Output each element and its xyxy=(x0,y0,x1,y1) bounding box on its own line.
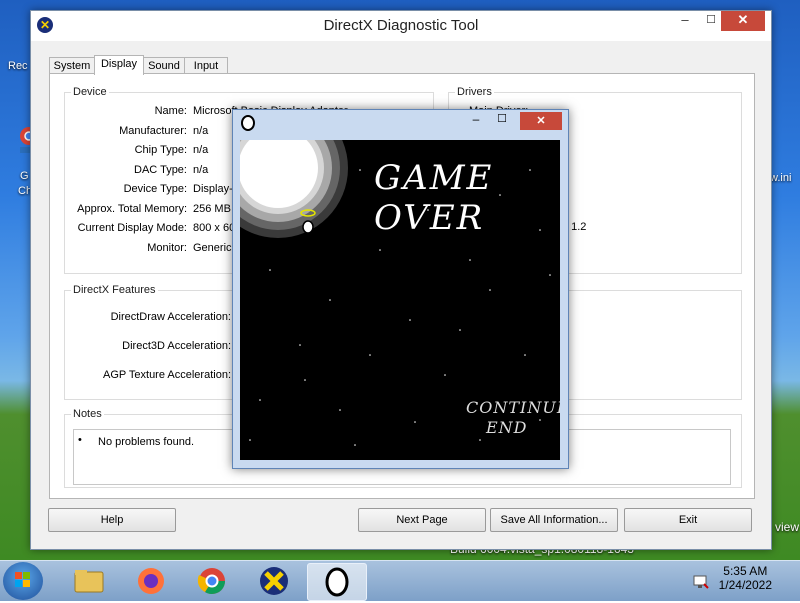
device-row: Approx. Total Memory: 256 MB xyxy=(65,202,231,219)
directdraw-label: DirectDraw Acceleration: xyxy=(110,311,231,323)
device-row-label: Device Type: xyxy=(123,183,187,195)
directdraw-row: DirectDraw Acceleration: xyxy=(65,311,231,327)
clock-time: 5:35 AM xyxy=(723,564,768,578)
game-close-button[interactable]: ✕ xyxy=(520,112,562,130)
device-row-label: Approx. Total Memory: xyxy=(77,202,187,215)
next-page-button[interactable]: Next Page xyxy=(358,508,486,532)
firefox-icon xyxy=(138,568,164,594)
desktop-label-recycle: Rec xyxy=(8,60,28,72)
taskbar-explorer[interactable] xyxy=(60,563,118,599)
exit-button[interactable]: Exit xyxy=(624,508,752,532)
agp-label: AGP Texture Acceleration: xyxy=(103,369,231,381)
folder-icon xyxy=(74,570,104,593)
device-row-value: n/a xyxy=(193,124,209,137)
game-titlebar[interactable]: – ☐ ✕ xyxy=(233,110,568,136)
chrome-icon xyxy=(197,568,226,595)
taskbar-dxdiag[interactable] xyxy=(245,563,303,599)
device-row: Chip Type: n/a xyxy=(65,144,209,160)
game-over-text: GAME OVER xyxy=(374,158,494,238)
ghost-app-icon xyxy=(241,115,255,131)
device-row: Current Display Mode: 800 x 60 xyxy=(65,222,236,238)
minimize-button[interactable]: – xyxy=(671,11,699,31)
tray-clock[interactable]: 5:35 AM 1/24/2022 xyxy=(719,564,772,592)
device-row-label: Chip Type: xyxy=(134,144,187,156)
close-button[interactable]: ✕ xyxy=(721,11,765,31)
device-row-value: 256 MB xyxy=(193,202,231,215)
bullet-icon: • xyxy=(78,434,82,446)
drivers-group-title: Drivers xyxy=(455,86,494,98)
network-icon[interactable] xyxy=(692,572,710,590)
device-row-value: Generic xyxy=(193,241,232,254)
game-maximize-button[interactable]: ☐ xyxy=(492,112,512,125)
clock-date: 1/24/2022 xyxy=(718,578,772,592)
dxdiag-titlebar[interactable]: ✕ DirectX Diagnostic Tool – ☐ ✕ xyxy=(31,11,771,41)
device-row-label: Monitor: xyxy=(147,241,187,254)
tab-system[interactable]: System xyxy=(49,57,95,74)
direct3d-label: Direct3D Acceleration: xyxy=(122,340,231,352)
device-row: Name:Microsoft Basic Display Adapter xyxy=(65,105,348,121)
device-row-value: 800 x 60 xyxy=(193,222,236,234)
taskbar-firefox[interactable] xyxy=(122,563,180,599)
help-button[interactable]: Help xyxy=(48,508,176,532)
taskbar-game[interactable] xyxy=(307,563,367,601)
device-group-title: Device xyxy=(71,86,109,98)
game-canvas[interactable]: GAME OVER CONTINUE END xyxy=(240,140,560,460)
notes-item: No problems found. xyxy=(98,436,194,448)
desktop-label-g: G xyxy=(20,170,29,182)
desktop-label-ini: w.ini xyxy=(770,172,792,184)
directx-features-title: DirectX Features xyxy=(71,284,158,296)
continue-option[interactable]: CONTINUE xyxy=(466,398,560,417)
device-row-label: DAC Type: xyxy=(134,163,187,176)
device-row-label: Manufacturer: xyxy=(119,124,187,137)
game-minimize-button[interactable]: – xyxy=(466,112,486,126)
game-window: – ☐ ✕ GAME OVER CONTINUE END xyxy=(232,109,569,469)
windows-logo-icon xyxy=(15,572,30,587)
build-watermark-suffix: view xyxy=(775,520,800,534)
start-button[interactable] xyxy=(3,562,43,600)
device-row: DAC Type: n/a xyxy=(65,163,208,180)
notes-title: Notes xyxy=(71,408,104,420)
agp-row: AGP Texture Acceleration: xyxy=(65,369,231,385)
taskbar-chrome[interactable] xyxy=(183,563,241,599)
direct3d-row: Direct3D Acceleration: xyxy=(65,340,231,356)
device-row-value: Display- xyxy=(193,183,233,195)
device-row: Device Type: Display- xyxy=(65,183,233,199)
device-row: Manufacturer: n/a xyxy=(65,124,208,141)
device-row-value: n/a xyxy=(193,144,209,156)
directx-icon xyxy=(260,567,288,595)
device-row-label: Name: xyxy=(154,105,187,117)
tab-display[interactable]: Display xyxy=(94,55,144,75)
end-option[interactable]: END xyxy=(486,418,528,437)
device-row-value: n/a xyxy=(193,163,209,176)
tab-input[interactable]: Input xyxy=(184,57,228,74)
device-row: Monitor: Generic xyxy=(65,241,231,258)
taskbar: 5:35 AM 1/24/2022 xyxy=(0,560,800,601)
tab-sound[interactable]: Sound xyxy=(143,57,185,74)
ghost-icon xyxy=(325,567,349,597)
save-all-information-button[interactable]: Save All Information... xyxy=(490,508,618,532)
device-row-label: Current Display Mode: xyxy=(77,222,187,234)
dxdiag-title: DirectX Diagnostic Tool xyxy=(323,17,479,34)
